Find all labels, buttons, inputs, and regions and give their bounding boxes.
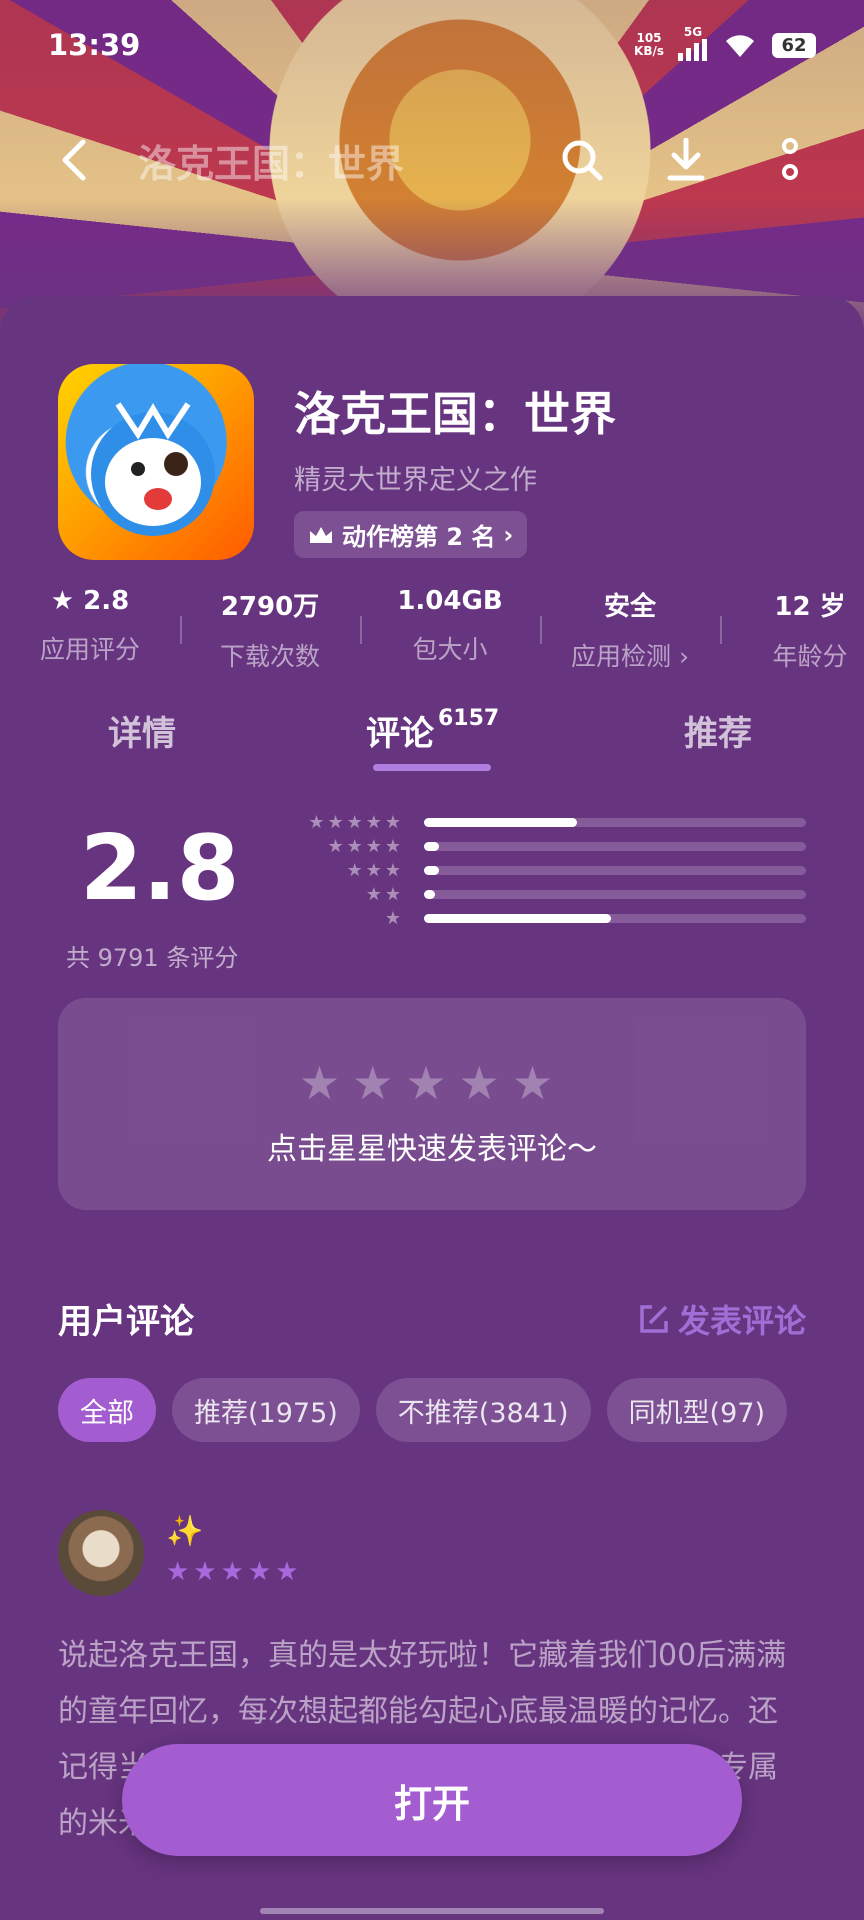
filter-same-device[interactable]: 同机型(97) [606, 1378, 787, 1442]
tab-recommend[interactable]: 推荐 [684, 706, 752, 755]
content-tabs: 详情 评论 6157 推荐 [0, 706, 864, 776]
avatar[interactable] [58, 1510, 144, 1596]
app-name: 洛克王国：世界 [294, 387, 616, 441]
user-reviews-header: 用户评论 发表评论 [58, 1294, 806, 1343]
rating-bar-4 [424, 841, 440, 851]
stat-age-rating: 12 岁 年龄分 [720, 586, 864, 673]
quick-rate-card: ★★★★★ 点击星星快速发表评论～ [58, 998, 806, 1210]
top-navigation: 洛克王国：世界 [0, 120, 864, 200]
tab-details[interactable]: 详情 [108, 706, 176, 755]
chevron-right-icon: › [503, 520, 514, 549]
rating-bar-5 [424, 817, 577, 827]
rating-row-3: ★★★ [280, 858, 806, 882]
edit-icon [640, 1304, 668, 1333]
reviews-count: 6157 [438, 706, 500, 731]
search-icon[interactable] [558, 136, 606, 184]
status-bar: 13:39 105 KB/s 5G 62 [0, 0, 864, 90]
rating-row-4: ★★★★ [280, 834, 806, 858]
stat-rating: ★ 2.8 应用评分 [39, 586, 140, 664]
tab-reviews[interactable]: 评论 6157 [366, 706, 499, 755]
more-options-icon[interactable] [766, 136, 814, 184]
review-item: ✨ ★★★★★ 说起洛克王国，真的是太好玩啦！它藏着我们00后满满的童年回忆，每… [58, 1510, 806, 1918]
home-indicator [260, 1908, 604, 1914]
app-detail-sheet: 洛克王国：世界 精灵大世界定义之作 动作榜第 2 名 › ★ 2.8 应用评分 … [0, 296, 864, 1920]
quick-rate-stars[interactable]: ★★★★★ [58, 1056, 806, 1110]
reviewer-info: ✨ ★★★★★ [166, 1514, 303, 1587]
open-button[interactable]: 打开 [122, 1744, 742, 1856]
status-time: 13:39 [48, 28, 141, 62]
app-info: 洛克王国：世界 精灵大世界定义之作 动作榜第 2 名 › [294, 378, 616, 560]
average-score: 2.8 [80, 816, 240, 921]
filter-not-recommended[interactable]: 不推荐(3841) [375, 1378, 591, 1442]
rating-summary: 2.8 共 9791 条评分 ★★★★★ ★★★★ ★★★ ★★ ★ [0, 812, 864, 972]
stat-security-check[interactable]: 安全 应用检测 › [540, 586, 720, 673]
rank-badge[interactable]: 动作榜第 2 名 › [294, 511, 528, 558]
user-reviews-title: 用户评论 [58, 1302, 194, 1342]
app-stats: ★ 2.8 应用评分 2790万 下载次数 1.04GB 包大小 安全 应用检测… [0, 586, 864, 673]
reviewer-name: ✨ [166, 1514, 204, 1549]
stat-package-size: 1.04GB 包大小 [360, 586, 540, 673]
stat-downloads: 2790万 下载次数 [180, 586, 360, 673]
nav-title: 洛克王国：世界 [138, 141, 405, 186]
crown-icon [310, 526, 332, 543]
rating-bar-2 [424, 889, 436, 899]
wifi-icon [726, 35, 754, 57]
network-speed: 105 KB/s [634, 31, 664, 58]
rating-bar-1 [424, 913, 612, 923]
back-icon[interactable] [50, 136, 98, 184]
rating-row-1: ★ [280, 906, 806, 930]
reviewer-rating-stars: ★★★★★ [166, 1557, 303, 1587]
active-tab-indicator [373, 764, 491, 771]
status-indicators: 105 KB/s 5G 62 [634, 26, 816, 64]
signal-icon: 5G [678, 26, 708, 64]
app-header: 洛克王国：世界 精灵大世界定义之作 动作榜第 2 名 › [58, 364, 616, 560]
battery-indicator: 62 [772, 32, 816, 58]
app-icon [58, 364, 254, 560]
filter-all[interactable]: 全部 [58, 1378, 156, 1442]
post-review-button[interactable]: 发表评论 [638, 1296, 806, 1342]
rating-row-5: ★★★★★ [280, 810, 806, 834]
nav-actions [558, 136, 814, 184]
quick-rate-prompt: 点击星星快速发表评论～ [267, 1132, 597, 1167]
rating-row-2: ★★ [280, 882, 806, 906]
rank-label: 动作榜第 2 名 [342, 523, 496, 551]
review-filters: 全部 推荐(1975) 不推荐(3841) 同机型(97) [58, 1378, 787, 1442]
rating-count: 共 9791 条评分 [66, 944, 239, 972]
rating-bar-3 [424, 865, 440, 875]
filter-recommended[interactable]: 推荐(1975) [172, 1378, 360, 1442]
download-icon[interactable] [662, 136, 710, 184]
app-slogan: 精灵大世界定义之作 [294, 465, 537, 496]
